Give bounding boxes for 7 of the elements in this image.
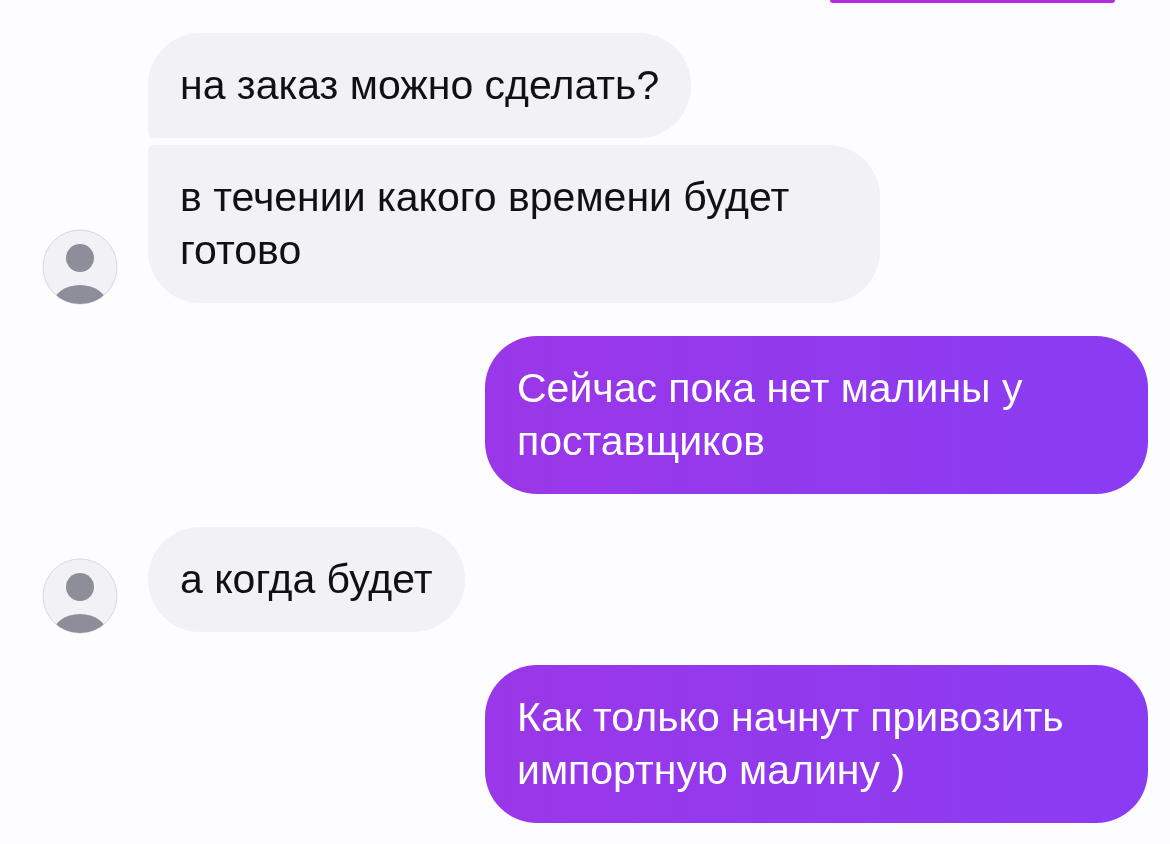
avatar-icon [42, 229, 118, 305]
avatar-icon [42, 558, 118, 634]
message-bubble: на заказ можно сделать? [148, 33, 692, 138]
message-bubble: в течении какого времени будет готово [148, 145, 880, 303]
message-bubble: Сейчас пока нет малины у поставщиков [485, 336, 1148, 494]
message-bubble: Как только начнут привозить импортную малину ) [485, 665, 1148, 823]
message-bubble: а когда будет [148, 527, 465, 632]
